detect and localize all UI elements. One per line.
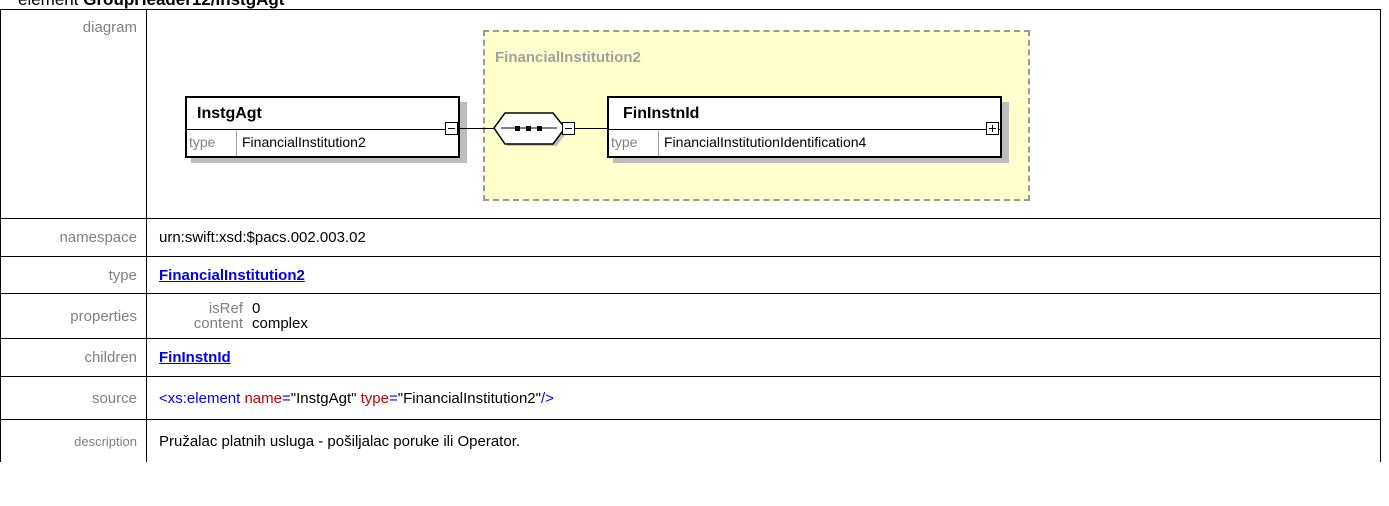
diagram-cell: FinancialInstitution2 InstgAgt type Fina…: [146, 9, 1381, 219]
source-attr: type: [360, 389, 389, 407]
schema-diagram: FinancialInstitution2 InstgAgt type Fina…: [147, 10, 1380, 218]
group-title: FinancialInstitution2: [495, 49, 641, 66]
children-row: children FinInstnId: [0, 338, 1381, 377]
source-eq: =: [388, 389, 398, 407]
source-tag-open: <xs:element: [159, 389, 241, 407]
children-cell: FinInstnId: [146, 338, 1381, 377]
type-cell: FinancialInstitution2: [146, 256, 1381, 294]
element-box-instgagt[interactable]: InstgAgt type FinancialInstitution2: [185, 96, 460, 158]
page-title: element GroupHeader12/InstgAgt: [18, 0, 284, 9]
description-label: description: [0, 419, 147, 462]
element-box-fininstnid[interactable]: FinInstnId type FinancialInstitutionIden…: [607, 96, 1002, 158]
type-value: FinancialInstitution2: [242, 134, 366, 150]
type-link[interactable]: FinancialInstitution2: [159, 267, 305, 284]
property-key: isRef: [208, 300, 243, 317]
source-eq: =: [282, 389, 291, 407]
collapse-icon[interactable]: [445, 122, 458, 135]
diagram-row: diagram FinancialInstitution2 InstgAgt t…: [0, 9, 1381, 219]
namespace-row: namespace urn:swift:xsd:$pacs.002.003.02: [0, 218, 1381, 257]
element-divider: [609, 129, 1000, 130]
property-key: content: [193, 315, 243, 332]
description-row: description Pružalac platnih usluga - po…: [0, 419, 1381, 462]
source-label: source: [0, 376, 147, 420]
title-name: GroupHeader12/InstgAgt: [83, 0, 284, 9]
expand-icon[interactable]: [986, 122, 999, 135]
connector-line: [575, 128, 609, 129]
property-value: complex: [252, 315, 308, 332]
type-label: type: [611, 134, 638, 150]
namespace-label: namespace: [0, 218, 147, 257]
diagram-label: diagram: [0, 9, 147, 219]
namespace-value: urn:swift:xsd:$pacs.002.003.02: [146, 218, 1381, 257]
source-row: source <xs:element name="InstgAgt" type=…: [0, 376, 1381, 420]
element-doc-table: diagram FinancialInstitution2 InstgAgt t…: [0, 9, 1381, 462]
properties-cell: isRef 0 content complex: [146, 293, 1381, 339]
type-label: type: [189, 134, 216, 150]
property-value: 0: [252, 300, 261, 317]
children-label: children: [0, 338, 147, 377]
source-val: "FinancialInstitution2": [397, 389, 541, 407]
properties-row: properties isRef 0 content complex: [0, 293, 1381, 339]
source-code: <xs:element name="InstgAgt" type="Financ…: [146, 376, 1381, 420]
properties-label: properties: [0, 293, 147, 339]
source-val: "InstgAgt": [290, 389, 357, 407]
properties-list: isRef 0 content complex: [147, 301, 1380, 331]
source-attr: name: [244, 389, 282, 407]
type-row-label: type: [0, 256, 147, 294]
children-link[interactable]: FinInstnId: [159, 349, 231, 366]
title-prefix: element: [18, 0, 78, 9]
element-name: InstgAgt: [197, 105, 262, 122]
source-tag-close: />: [540, 389, 554, 407]
description-value: Pružalac platnih usluga - pošiljalac por…: [146, 419, 1381, 462]
type-divider: [236, 131, 237, 156]
element-divider: [187, 129, 458, 130]
type-divider: [658, 131, 659, 156]
type-value: FinancialInstitutionIdentification4: [664, 134, 867, 150]
type-row: type FinancialInstitution2: [0, 256, 1381, 294]
collapse-icon[interactable]: [562, 122, 575, 135]
element-name: FinInstnId: [623, 105, 700, 122]
